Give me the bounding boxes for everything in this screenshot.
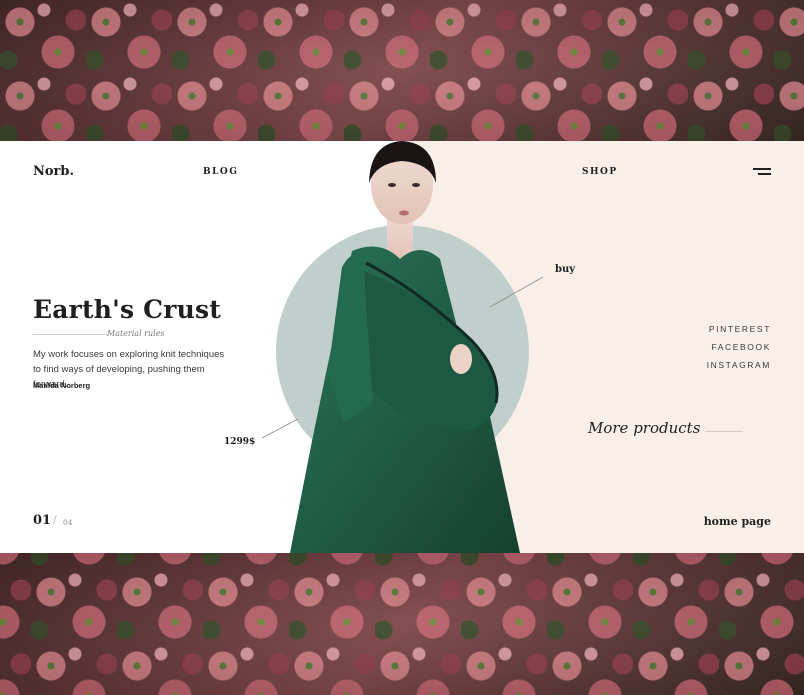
flower-background-top — [0, 0, 804, 141]
pager-current: 01 — [33, 513, 52, 528]
pager-total: 04 — [63, 518, 73, 527]
page-subtitle: Material rules — [107, 329, 165, 338]
social-links: PINTEREST FACEBOOK INSTAGRAM — [707, 324, 771, 378]
nav-blog-link[interactable]: BLOG — [203, 167, 238, 177]
brand-logo[interactable]: Norb. — [33, 164, 74, 179]
instagram-link[interactable]: INSTAGRAM — [707, 360, 771, 370]
hamburger-menu-icon[interactable] — [753, 168, 771, 176]
page-title: Earth's Crust — [33, 295, 222, 324]
more-products-link[interactable]: More products — [588, 419, 700, 437]
facebook-link[interactable]: FACEBOOK — [707, 342, 771, 352]
flower-background-bottom — [0, 553, 804, 695]
more-products-divider — [705, 431, 743, 432]
home-page-link[interactable]: home page — [704, 515, 771, 528]
author-name: Matilda Norberg — [33, 381, 91, 390]
price-label: 1299$ — [224, 437, 256, 447]
hero-card: Norb. BLOG SHOP Earth's Crust Material r… — [0, 141, 804, 553]
pinterest-link[interactable]: PINTEREST — [707, 324, 771, 334]
subtitle-divider — [33, 334, 108, 335]
buy-link[interactable]: buy — [555, 264, 575, 275]
nav-shop-link[interactable]: SHOP — [582, 167, 618, 177]
pager-separator: / — [53, 513, 57, 526]
